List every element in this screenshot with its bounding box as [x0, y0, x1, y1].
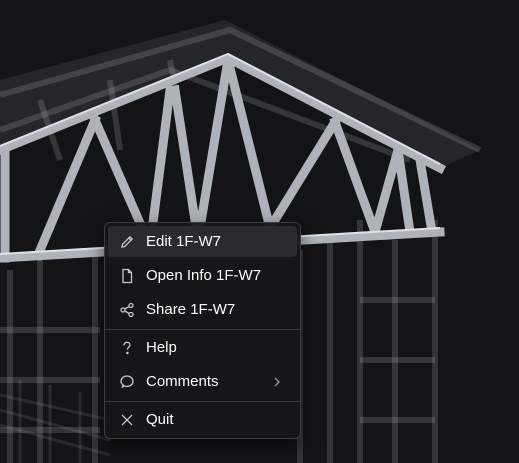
- context-menu: Edit 1F-W7 Open Info 1F-W7 Share 1F-W7 H…: [104, 222, 301, 439]
- pencil-icon: [118, 233, 136, 251]
- menu-item-help[interactable]: Help: [108, 332, 297, 363]
- question-icon: [118, 339, 136, 357]
- menu-item-label: Open Info 1F-W7: [146, 267, 262, 284]
- menu-item-label: Share 1F-W7: [146, 301, 236, 318]
- menu-item-edit[interactable]: Edit 1F-W7: [108, 226, 297, 257]
- menu-separator: [105, 329, 300, 330]
- share-icon: [118, 301, 136, 319]
- comment-icon: [118, 373, 136, 391]
- menu-item-label: Edit 1F-W7: [146, 233, 222, 250]
- document-icon: [118, 267, 136, 285]
- menu-item-quit[interactable]: Quit: [108, 404, 297, 435]
- close-icon: [118, 411, 136, 429]
- menu-item-comments[interactable]: Comments: [108, 366, 297, 397]
- menu-item-share[interactable]: Share 1F-W7: [108, 294, 297, 325]
- menu-item-label: Quit: [146, 411, 174, 428]
- menu-item-label: Help: [146, 339, 177, 356]
- chevron-right-icon: [269, 374, 285, 390]
- menu-item-open-info[interactable]: Open Info 1F-W7: [108, 260, 297, 291]
- menu-separator: [105, 401, 300, 402]
- menu-item-label: Comments: [146, 373, 219, 390]
